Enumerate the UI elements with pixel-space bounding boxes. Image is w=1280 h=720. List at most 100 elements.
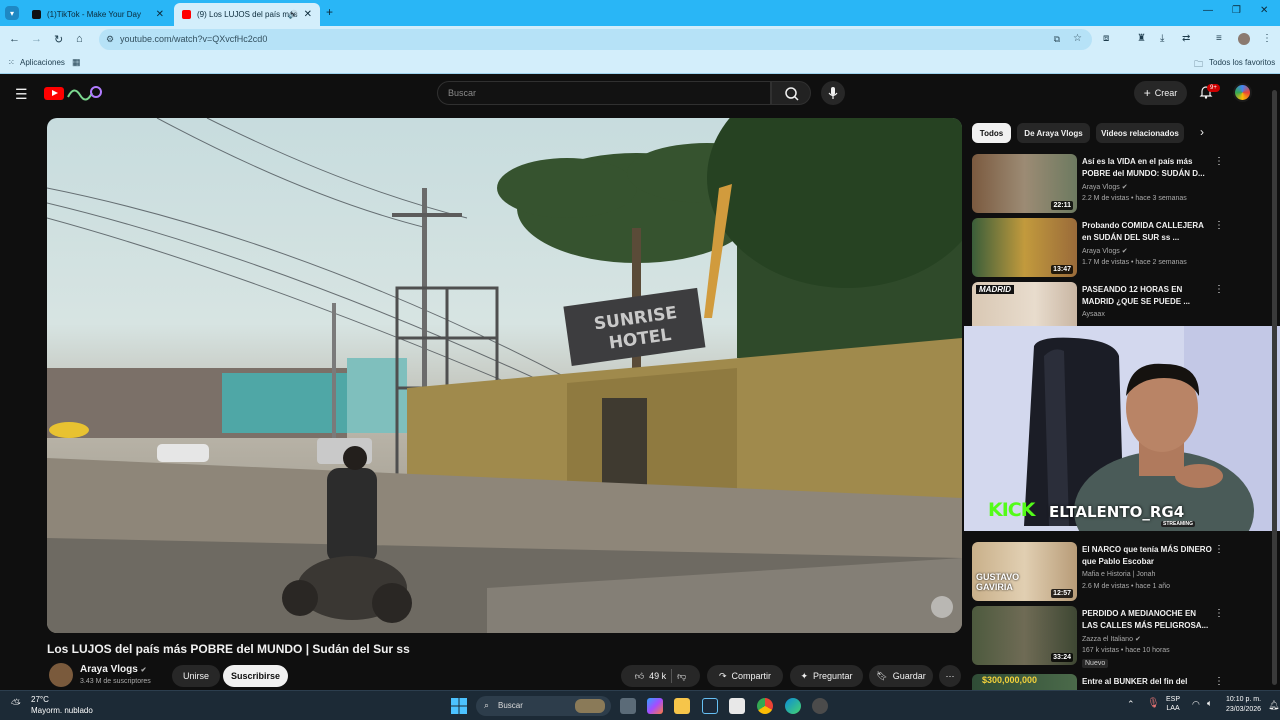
install-app-icon[interactable]: ⧉ [1054, 34, 1060, 45]
video-player[interactable]: SUNRISE HOTEL [47, 118, 962, 633]
weather-icon[interactable]: ⛅︎ [11, 697, 21, 712]
ask-button[interactable]: ✦ Preguntar [790, 665, 863, 687]
rec-title[interactable]: Probando COMIDA CALLEJERA en SUDÁN DEL S… [1082, 220, 1212, 244]
taskbar-search[interactable]: ⌕ Buscar [476, 696, 611, 716]
rec-channel[interactable]: Zazza el Italiano ✔ [1082, 635, 1141, 643]
list-item[interactable]: MADRID PASEANDO 12 HORAS EN MADRID ¿QUE … [972, 282, 1230, 326]
rec-channel-text[interactable]: Araya Vlogs [1082, 248, 1120, 255]
channel-avatar[interactable] [49, 663, 73, 687]
tab-groups-icon[interactable]: ▦ [72, 57, 81, 68]
account-avatar[interactable] [1233, 83, 1252, 102]
chip-all[interactable]: Todos [972, 123, 1011, 143]
chip-from-channel[interactable]: De Araya Vlogs [1017, 123, 1090, 143]
rec-title[interactable]: PERDIDO A MEDIANOCHE EN LAS CALLES MÁS P… [1082, 608, 1212, 632]
close-tab-icon[interactable]: ✕ [156, 9, 164, 20]
list-item[interactable]: GUSTAVO GAVIRIA 12:57 El NARCO que tenía… [972, 542, 1230, 602]
logo-doodle[interactable] [66, 83, 102, 103]
volume-icon[interactable]: 🔈︎ [1207, 698, 1212, 709]
video-thumbnail[interactable]: GUSTAVO GAVIRIA 12:57 [972, 542, 1077, 601]
list-item[interactable]: 33:24 PERDIDO A MEDIANOCHE EN LAS CALLES… [972, 606, 1230, 670]
file-explorer-icon[interactable] [674, 698, 690, 714]
video-thumbnail[interactable]: MADRID [972, 282, 1077, 326]
more-actions-icon[interactable]: ⋯ [939, 665, 961, 687]
more-options-icon[interactable]: ⋮ [1214, 544, 1224, 555]
all-bookmarks-link[interactable]: Todos los favoritos [1209, 58, 1275, 67]
clock[interactable]: 10:10 p. m. 23/03/2026 [1226, 695, 1261, 715]
channel-watermark-icon[interactable] [931, 596, 953, 618]
create-button[interactable]: + Crear [1134, 81, 1187, 105]
menu-icon[interactable]: ☰ [15, 86, 28, 103]
youtube-logo[interactable] [44, 87, 64, 100]
save-button[interactable]: 🔖︎ Guardar [869, 665, 933, 687]
list-item[interactable]: $300,000,000 Entre al BUNKER del fin del… [972, 674, 1230, 690]
more-options-icon[interactable]: ⋮ [1214, 676, 1224, 687]
wifi-icon[interactable]: ◠ [1192, 699, 1200, 710]
profile-avatar-icon[interactable] [1238, 33, 1250, 45]
video-thumbnail[interactable]: 22:11 [972, 154, 1077, 213]
like-button[interactable]: 👍︎ 49 k [635, 671, 666, 682]
rec-title[interactable]: Así es la VIDA en el país más POBRE del … [1082, 156, 1212, 180]
tab-tiktok[interactable]: (1)TikTok - Make Your Day ✕ [24, 3, 172, 26]
copilot-icon[interactable] [647, 698, 663, 714]
rec-title[interactable]: El NARCO que tenía MÁS DINERO que Pablo … [1082, 544, 1212, 568]
more-options-icon[interactable]: ⋮ [1214, 220, 1224, 231]
channel-name[interactable]: Araya Vlogs ✔ [80, 664, 146, 675]
rec-title[interactable]: Entre al BUNKER del fin del [1082, 676, 1212, 688]
chip-related[interactable]: Videos relacionados [1096, 123, 1184, 143]
join-button[interactable]: Unirse [172, 665, 220, 687]
maximize-icon[interactable]: ❐ [1232, 5, 1241, 16]
address-bar[interactable]: ⚙ youtube.com/watch?v=QXvcfHc2cd0 ⧉ ☆ [99, 29, 1092, 50]
share-button[interactable]: ↷ Compartir [707, 665, 783, 687]
microphone-tray-icon[interactable]: 🎙︎ [1147, 698, 1160, 709]
video-thumbnail[interactable]: 33:24 [972, 606, 1077, 665]
back-icon[interactable]: ← [9, 33, 20, 45]
notification-center-icon[interactable]: 🔔︎ [1268, 700, 1279, 711]
home-icon[interactable]: ⌂ [76, 33, 83, 45]
audio-playing-icon[interactable]: 🔊 [288, 10, 298, 19]
rec-title[interactable]: PASEANDO 12 HORAS EN MADRID ¿QUE SE PUED… [1082, 284, 1212, 308]
rec-channel[interactable]: Araya Vlogs ✔ [1082, 183, 1128, 191]
roblox-icon[interactable] [729, 698, 745, 714]
translate-icon[interactable]: ⇄ [1182, 33, 1190, 44]
bookmark-apps[interactable]: Aplicaciones [20, 58, 65, 67]
more-options-icon[interactable]: ⋮ [1214, 608, 1224, 619]
steam-icon[interactable] [702, 698, 718, 714]
profile-switch-icon[interactable]: ♜ [1137, 33, 1146, 44]
rec-channel-text[interactable]: Zazza el Italiano [1082, 636, 1133, 643]
video-thumbnail[interactable]: 13:47 [972, 218, 1077, 277]
rec-channel[interactable]: Mafia e Historia | Jonah [1082, 571, 1155, 578]
rec-channel[interactable]: Aysaax [1082, 311, 1105, 318]
dislike-button[interactable]: 👎︎ [677, 671, 686, 682]
weather-description[interactable]: Mayorm. nublado [31, 706, 93, 715]
rec-channel[interactable]: Araya Vlogs ✔ [1082, 247, 1128, 255]
hidden-icons-chevron-icon[interactable]: ⌃ [1127, 699, 1135, 710]
search-button[interactable] [771, 81, 811, 105]
media-controls-icon[interactable]: ≡ [1216, 33, 1222, 44]
tab-youtube[interactable]: (9) Los LUJOS del país más 🔊 ✕ [174, 3, 320, 26]
channel-name-text[interactable]: Araya Vlogs [80, 664, 138, 675]
window-close-icon[interactable]: ✕ [1260, 5, 1268, 16]
url-text[interactable]: youtube.com/watch?v=QXvcfHc2cd0 [120, 34, 267, 44]
bookmark-star-icon[interactable]: ☆ [1073, 33, 1082, 44]
list-item[interactable]: 13:47 Probando COMIDA CALLEJERA en SUDÁN… [972, 218, 1230, 278]
subscribe-button[interactable]: Suscribirse [223, 665, 288, 687]
browser-menu-icon[interactable]: ⋮ [1262, 33, 1272, 44]
minimize-icon[interactable]: — [1203, 5, 1213, 16]
extensions-icon[interactable]: ⧈ [1103, 33, 1109, 44]
download-icon[interactable]: ⤓ [1160, 33, 1164, 44]
task-view-icon[interactable] [620, 698, 636, 714]
more-options-icon[interactable]: ⋮ [1214, 156, 1224, 167]
reload-icon[interactable]: ↻ [54, 33, 63, 46]
voice-search-button[interactable] [821, 81, 845, 105]
rec-channel-text[interactable]: Araya Vlogs [1082, 184, 1120, 191]
input-language[interactable]: ESP LAA [1166, 695, 1180, 713]
forward-icon[interactable]: → [31, 33, 42, 45]
list-item[interactable]: 22:11 Así es la VIDA en el país más POBR… [972, 154, 1230, 214]
chrome-icon[interactable] [757, 698, 773, 714]
close-tab-icon[interactable]: ✕ [304, 9, 312, 20]
chevron-right-icon[interactable]: › [1200, 125, 1204, 139]
tab-search-button[interactable]: ▾ [5, 6, 19, 20]
new-tab-button[interactable]: + [326, 5, 333, 19]
weather-temperature[interactable]: 27°C [31, 695, 49, 704]
edge-icon[interactable] [785, 698, 801, 714]
